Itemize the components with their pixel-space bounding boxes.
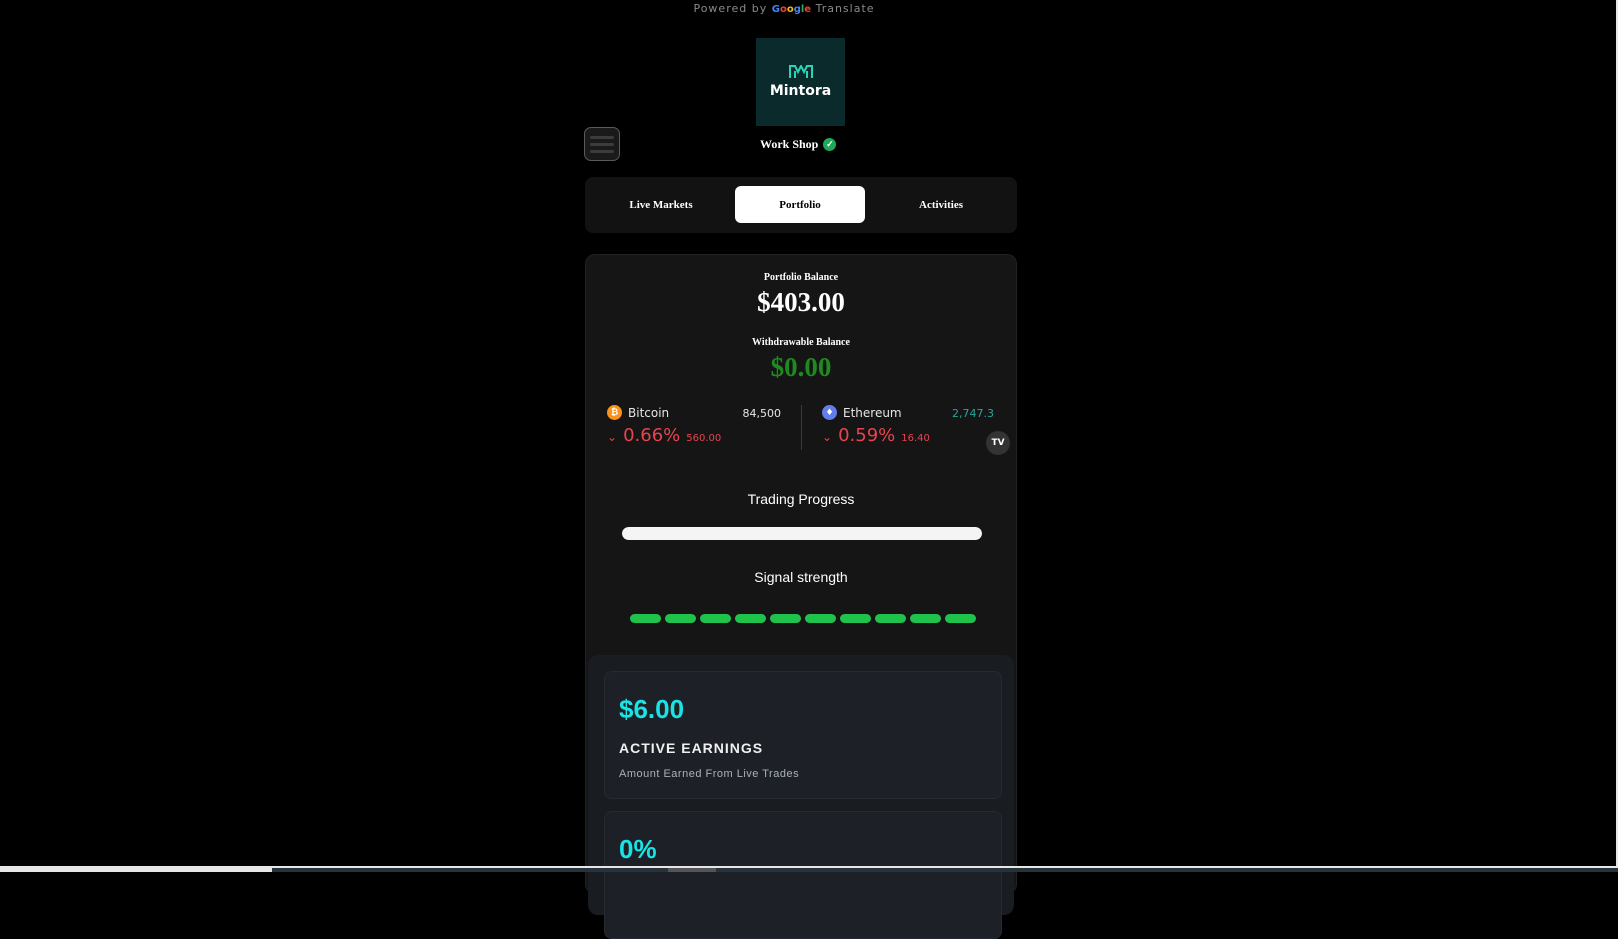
ticker-ethereum[interactable]: ♦ Ethereum 2,747.3 ⌄ 0.59% 16.40 [822, 405, 994, 455]
scrollbar-track [272, 868, 1618, 872]
stat-title: ACTIVE EARNINGS [619, 740, 764, 756]
signal-strength-meter [630, 614, 976, 623]
google-translate-attribution: Powered by Google Translate [0, 2, 1568, 15]
hamburger-icon [590, 135, 614, 139]
chevron-down-icon: ⌄ [607, 430, 618, 444]
stat-value: 0% [619, 834, 657, 864]
signal-bar [770, 614, 801, 623]
signal-strength-title: Signal strength [754, 569, 848, 585]
withdrawable-balance-value: $0.00 [770, 352, 832, 382]
coin-price: 2,747.3 [952, 407, 994, 420]
ticker-divider [801, 405, 802, 450]
signal-bar [700, 614, 731, 623]
hamburger-icon [590, 142, 614, 146]
tab-activities[interactable]: Activities [876, 186, 1006, 223]
coin-change-percent: 0.59% [838, 425, 896, 446]
tab-bar: Live Markets Portfolio Activities [585, 177, 1017, 233]
coin-change: ⌄ 0.59% 16.40 [822, 425, 930, 446]
tradingview-icon[interactable]: TV [986, 431, 1010, 455]
stat-subtitle: Amount Earned From Live Trades [619, 768, 800, 780]
signal-bar [875, 614, 906, 623]
menu-button[interactable] [584, 127, 620, 161]
horizontal-scrollbar[interactable] [0, 866, 1618, 872]
coin-change-absolute: 560.00 [686, 433, 722, 444]
coin-name: Ethereum [843, 405, 902, 420]
signal-bar [665, 614, 696, 623]
stat-value: $6.00 [619, 694, 685, 724]
m-logo-icon [788, 65, 813, 78]
trading-progress-title: Trading Progress [747, 491, 855, 507]
shop-name-label: Work Shop [760, 137, 819, 151]
signal-bar [840, 614, 871, 623]
powered-by-text: Powered by [693, 2, 768, 15]
portfolio-balance-label: Portfolio Balance [763, 272, 839, 283]
coin-name: Bitcoin [628, 405, 670, 420]
signal-bar [910, 614, 941, 623]
ethereum-icon: ♦ [822, 405, 837, 420]
trading-progress-fill [622, 527, 982, 540]
google-wordmark: Google [771, 4, 812, 15]
verified-check-icon: ✓ [823, 138, 837, 151]
stat-card-percentage: 0% [604, 811, 1002, 939]
brand-logo[interactable]: Mintora [756, 38, 845, 126]
coin-price: 84,500 [742, 407, 782, 420]
coin-change-percent: 0.66% [623, 425, 681, 446]
scrollbar-thumb[interactable] [668, 868, 716, 872]
tab-portfolio[interactable]: Portfolio [735, 186, 865, 223]
brand-name: Mintora [769, 83, 832, 99]
tab-live-markets[interactable]: Live Markets [596, 186, 726, 223]
signal-bar [630, 614, 661, 623]
translate-link[interactable]: Translate [816, 2, 875, 15]
coin-change: ⌄ 0.66% 560.00 [607, 425, 721, 446]
ticker-bitcoin[interactable]: ₿ Bitcoin 84,500 ⌄ 0.66% 560.00 [607, 405, 781, 455]
withdrawable-balance-label: Withdrawable Balance [752, 337, 850, 348]
stats-section: $6.00 ACTIVE EARNINGS Amount Earned From… [588, 655, 1014, 939]
chevron-down-icon: ⌄ [822, 430, 833, 444]
trading-progress-bar [622, 527, 982, 540]
portfolio-balance-value: $403.00 [757, 287, 845, 317]
signal-bar [945, 614, 976, 623]
stat-card-active-earnings: $6.00 ACTIVE EARNINGS Amount Earned From… [604, 671, 1002, 799]
signal-bar [735, 614, 766, 623]
bitcoin-icon: ₿ [607, 405, 622, 420]
hamburger-icon [590, 149, 614, 153]
signal-bar [805, 614, 836, 623]
shop-name: Work Shop ✓ [760, 137, 837, 152]
portfolio-card: Portfolio Balance $403.00 Withdrawable B… [585, 254, 1017, 939]
coin-change-absolute: 16.40 [901, 433, 930, 444]
